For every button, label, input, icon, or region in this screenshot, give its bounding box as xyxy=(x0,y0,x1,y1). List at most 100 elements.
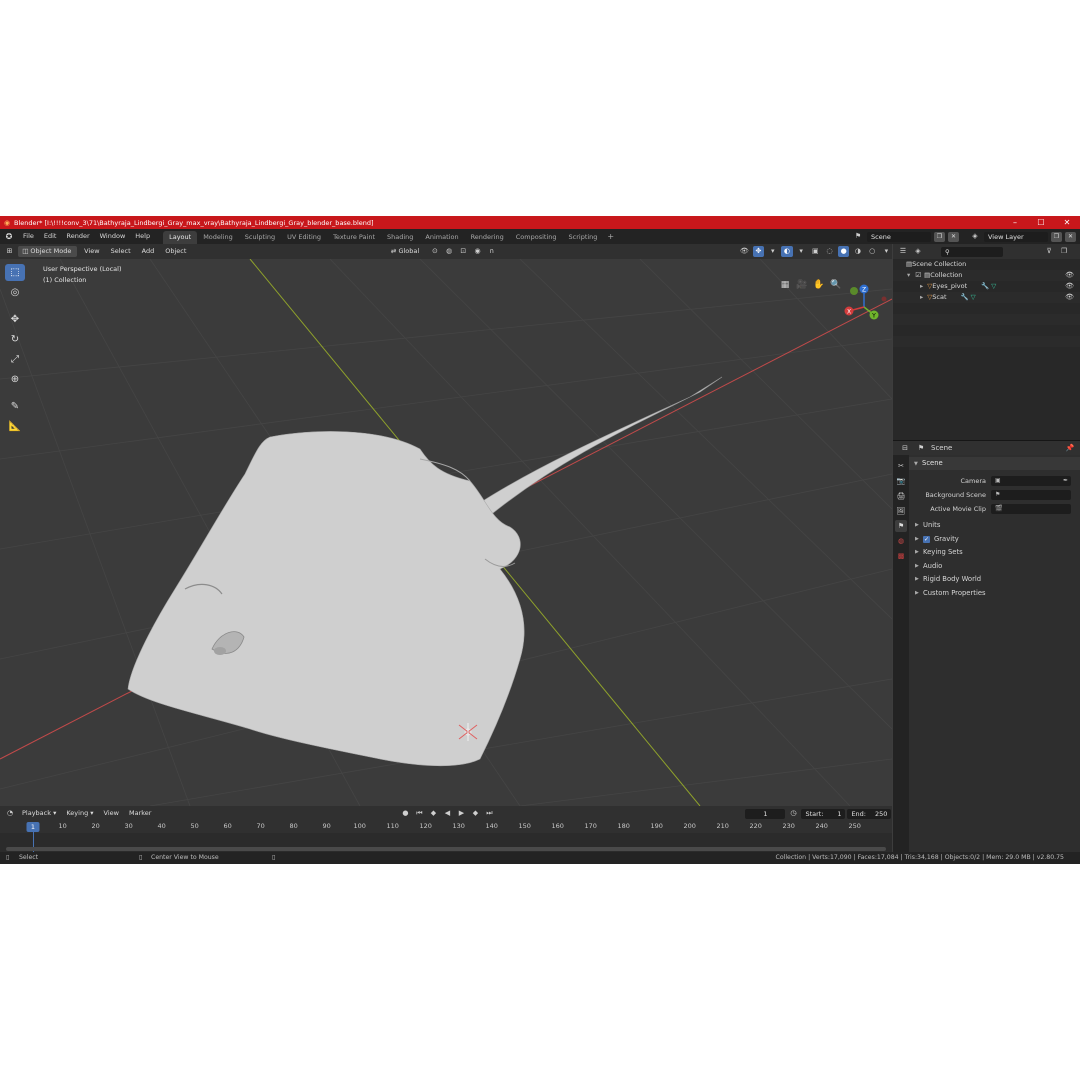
end-frame-field[interactable]: End: 250 xyxy=(847,808,892,819)
camera-view-icon[interactable]: 🎥 xyxy=(795,278,809,292)
background-scene-field[interactable]: ⚑ xyxy=(991,490,1071,500)
rendered-shading-icon[interactable]: ○ xyxy=(867,246,878,257)
visibility-eye-icon[interactable]: 👁 xyxy=(1065,281,1074,292)
outliner-search-input[interactable]: ⚲ xyxy=(941,246,1003,257)
jump-start-icon[interactable]: ⏮ xyxy=(413,808,425,819)
menu-playback[interactable]: Playback ▾ xyxy=(18,808,60,819)
falloff-icon[interactable]: ∩ xyxy=(486,246,497,257)
properties-editor-icon[interactable]: ⊟ xyxy=(899,443,911,454)
visibility-eye-icon[interactable]: 👁 xyxy=(1065,270,1074,281)
keying-sets-section[interactable]: ▶ Keying Sets xyxy=(909,546,1080,560)
current-frame-field[interactable]: 1 xyxy=(745,808,786,819)
menu-edit[interactable]: Edit xyxy=(39,229,62,244)
tab-scripting[interactable]: Scripting xyxy=(563,231,604,244)
view-layer-field[interactable]: View Layer xyxy=(984,231,1048,242)
texture-tab-icon[interactable]: ▩ xyxy=(895,550,907,562)
expand-arrow-icon[interactable]: ▸ xyxy=(893,281,923,292)
tool-tab-icon[interactable]: ✂ xyxy=(895,460,907,472)
pivot-point-icon[interactable]: ⊙ xyxy=(429,246,440,257)
3d-viewport[interactable]: User Perspective (Local) (1) Collection … xyxy=(0,259,892,806)
outliner-row-eyes-pivot[interactable]: ▸ ▽ Eyes_pivot 🔧 ▽ 👁 xyxy=(893,281,1080,292)
navigation-gizmo[interactable]: Z Y X xyxy=(838,281,890,333)
maximize-button[interactable]: ☐ xyxy=(1028,216,1054,229)
menu-file[interactable]: File xyxy=(18,229,39,244)
overlay-dropdown-icon[interactable]: ▾ xyxy=(796,246,807,257)
exclude-checkbox-icon[interactable]: ☑ xyxy=(910,270,921,281)
gravity-checkbox[interactable]: ✓ xyxy=(923,535,930,543)
menu-object[interactable]: Object xyxy=(161,246,190,257)
menu-timeline-view[interactable]: View xyxy=(100,808,123,819)
scale-tool-icon[interactable]: ⤢ xyxy=(5,351,25,368)
material-shading-icon[interactable]: ◑ xyxy=(852,246,863,257)
rigid-body-world-section[interactable]: ▶ Rigid Body World xyxy=(909,573,1080,587)
scene-icon[interactable]: ⚑ xyxy=(852,231,864,242)
view-layer-tab-icon[interactable]: 🖼 xyxy=(895,505,907,517)
display-mode-icon[interactable]: ◈ xyxy=(912,246,924,257)
add-workspace-button[interactable]: + xyxy=(603,232,618,241)
close-button[interactable]: ✕ xyxy=(1054,216,1080,229)
prev-keyframe-icon[interactable]: ◆ xyxy=(427,808,439,819)
active-movie-clip-field[interactable]: 🎬 xyxy=(991,504,1071,514)
jump-end-icon[interactable]: ⏭ xyxy=(483,808,495,819)
visibility-icon[interactable]: 👁 xyxy=(739,246,750,257)
transform-orientation[interactable]: ⇄ Global ▾ xyxy=(387,246,426,266)
outliner-row-scene-collection[interactable]: ▤ Scene Collection xyxy=(893,259,1080,270)
menu-view[interactable]: View xyxy=(80,246,103,257)
gizmo-toggle-icon[interactable]: ✥ xyxy=(752,246,765,257)
timeline-editor-icon[interactable]: ◔ xyxy=(4,808,16,819)
start-frame-field[interactable]: Start: 1 xyxy=(801,808,846,819)
snap-icon[interactable]: ◍ xyxy=(444,246,455,257)
units-section[interactable]: ▶ Units xyxy=(909,519,1080,533)
rotate-tool-icon[interactable]: ↻ xyxy=(5,331,25,348)
clock-icon[interactable]: ◷ xyxy=(787,808,799,819)
transform-tool-icon[interactable]: ⊕ xyxy=(5,371,25,388)
world-tab-icon[interactable]: ◍ xyxy=(895,535,907,547)
overlay-toggle-icon[interactable]: ◐ xyxy=(781,246,793,257)
menu-add[interactable]: Add xyxy=(138,246,159,257)
timeline-area[interactable]: 1 10 20 30 40 50 60 70 80 90 100 110 120 130 140 150 160… xyxy=(0,821,892,852)
wireframe-shading-icon[interactable]: ◌ xyxy=(824,246,835,257)
filter-icon[interactable]: ⊽ xyxy=(1043,246,1055,257)
menu-help[interactable]: Help xyxy=(130,229,155,244)
new-scene-icon[interactable]: ❐ xyxy=(934,231,945,242)
tab-animation[interactable]: Animation xyxy=(419,231,464,244)
expand-arrow-icon[interactable]: ▸ xyxy=(893,292,923,303)
grid-view-icon[interactable]: ▦ xyxy=(778,278,792,292)
outliner-editor-icon[interactable]: ☰ xyxy=(897,246,909,257)
select-box-tool-icon[interactable]: ⬚ xyxy=(5,264,25,281)
next-keyframe-icon[interactable]: ◆ xyxy=(469,808,481,819)
record-icon[interactable]: ● xyxy=(399,808,411,819)
pin-icon[interactable]: 📌 xyxy=(1064,443,1076,454)
expand-arrow-icon[interactable]: ▾ xyxy=(893,270,910,281)
shading-dropdown-icon[interactable]: ▾ xyxy=(881,246,892,257)
pan-view-icon[interactable]: ✋ xyxy=(812,278,826,292)
gizmo-dropdown-icon[interactable]: ▾ xyxy=(767,246,778,257)
solid-shading-icon[interactable]: ● xyxy=(838,246,850,257)
delete-scene-icon[interactable]: ✕ xyxy=(948,231,959,242)
render-tab-icon[interactable]: 📷 xyxy=(895,475,907,487)
tab-modeling[interactable]: Modeling xyxy=(197,231,239,244)
mode-selector[interactable]: ◫ Object Mode ▾ xyxy=(18,246,78,266)
play-icon[interactable]: ▶ xyxy=(455,808,467,819)
menu-select[interactable]: Select xyxy=(107,246,135,257)
new-collection-icon[interactable]: ❐ xyxy=(1058,246,1070,257)
frame-ruler[interactable]: 1 10 20 30 40 50 60 70 80 90 100 110 120 130 140 150 160… xyxy=(0,821,892,833)
tab-compositing[interactable]: Compositing xyxy=(510,231,563,244)
tab-rendering[interactable]: Rendering xyxy=(465,231,510,244)
new-view-layer-icon[interactable]: ❐ xyxy=(1051,231,1062,242)
scene-tab-icon[interactable]: ⚑ xyxy=(895,520,907,532)
view-layer-icon[interactable]: ◈ xyxy=(969,231,981,242)
menu-render[interactable]: Render xyxy=(61,229,94,244)
proportional-edit-icon[interactable]: ◉ xyxy=(472,246,483,257)
menu-keying[interactable]: Keying ▾ xyxy=(62,808,97,819)
tab-layout[interactable]: Layout xyxy=(163,230,198,244)
measure-tool-icon[interactable]: 📐 xyxy=(5,418,25,435)
current-frame-marker[interactable]: 1 xyxy=(26,822,40,832)
gravity-section[interactable]: ▶ ✓ Gravity xyxy=(909,533,1080,547)
minimize-button[interactable]: – xyxy=(1002,216,1028,229)
editor-type-icon[interactable]: ⊞ xyxy=(4,246,15,257)
output-tab-icon[interactable]: 🖨 xyxy=(895,490,907,502)
play-reverse-icon[interactable]: ◀ xyxy=(441,808,453,819)
snap-target-icon[interactable]: ⊡ xyxy=(458,246,469,257)
menu-marker[interactable]: Marker xyxy=(125,808,155,819)
